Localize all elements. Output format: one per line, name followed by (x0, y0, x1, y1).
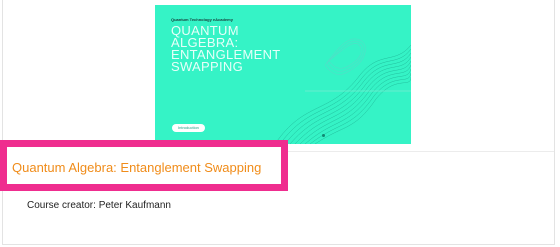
course-title-link[interactable]: Quantum Algebra: Entanglement Swapping (12, 160, 261, 175)
introduction-tag: Introduction (172, 124, 205, 132)
course-creator: Course creator: Peter Kaufmann (27, 200, 171, 211)
thumbnail-title: QUANTUM ALGEBRA: ENTANGLEMENT SWAPPING (171, 24, 321, 74)
thumbnail-title-line: SWAPPING (171, 59, 243, 74)
carousel-dot (322, 134, 325, 137)
course-thumbnail[interactable]: Quantum Technology eAcademy QUANTUM ALGE… (155, 5, 411, 144)
brand-label: Quantum Technology eAcademy (171, 17, 233, 22)
